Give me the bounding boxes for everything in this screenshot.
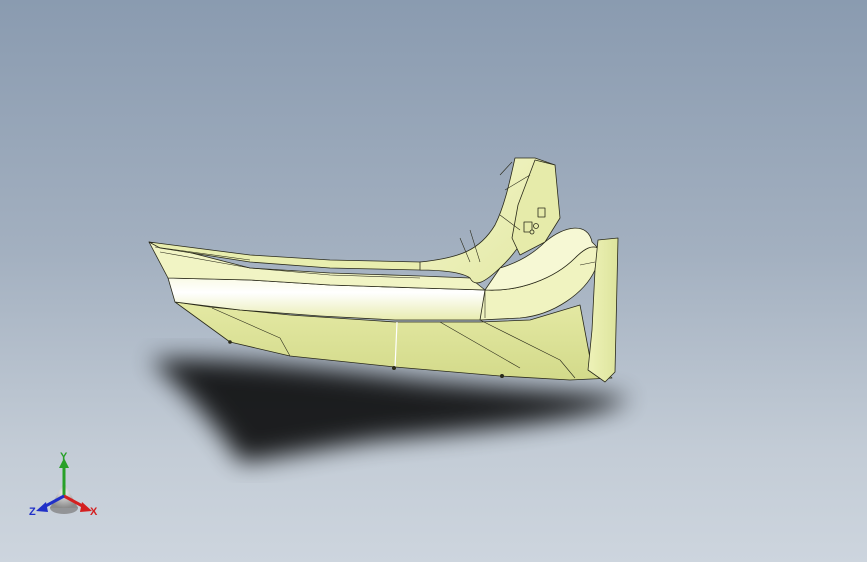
y-axis-label: Y xyxy=(60,451,68,463)
coordinate-triad[interactable]: Y X Z xyxy=(24,448,104,528)
x-axis-label: X xyxy=(90,506,98,518)
reference-point-2 xyxy=(499,373,504,378)
reference-point-1 xyxy=(391,365,396,370)
mount-hole-square-2 xyxy=(537,207,546,218)
z-axis-arrow-icon xyxy=(36,502,48,512)
model-canvas[interactable] xyxy=(0,0,867,562)
reference-point-3 xyxy=(228,340,232,344)
mount-hole-round-2 xyxy=(529,229,535,235)
bumper-part[interactable] xyxy=(148,157,619,383)
z-axis-label: Z xyxy=(29,506,36,518)
3d-viewport[interactable]: Y X Z xyxy=(0,0,867,562)
mount-hole-round-1 xyxy=(533,223,539,229)
